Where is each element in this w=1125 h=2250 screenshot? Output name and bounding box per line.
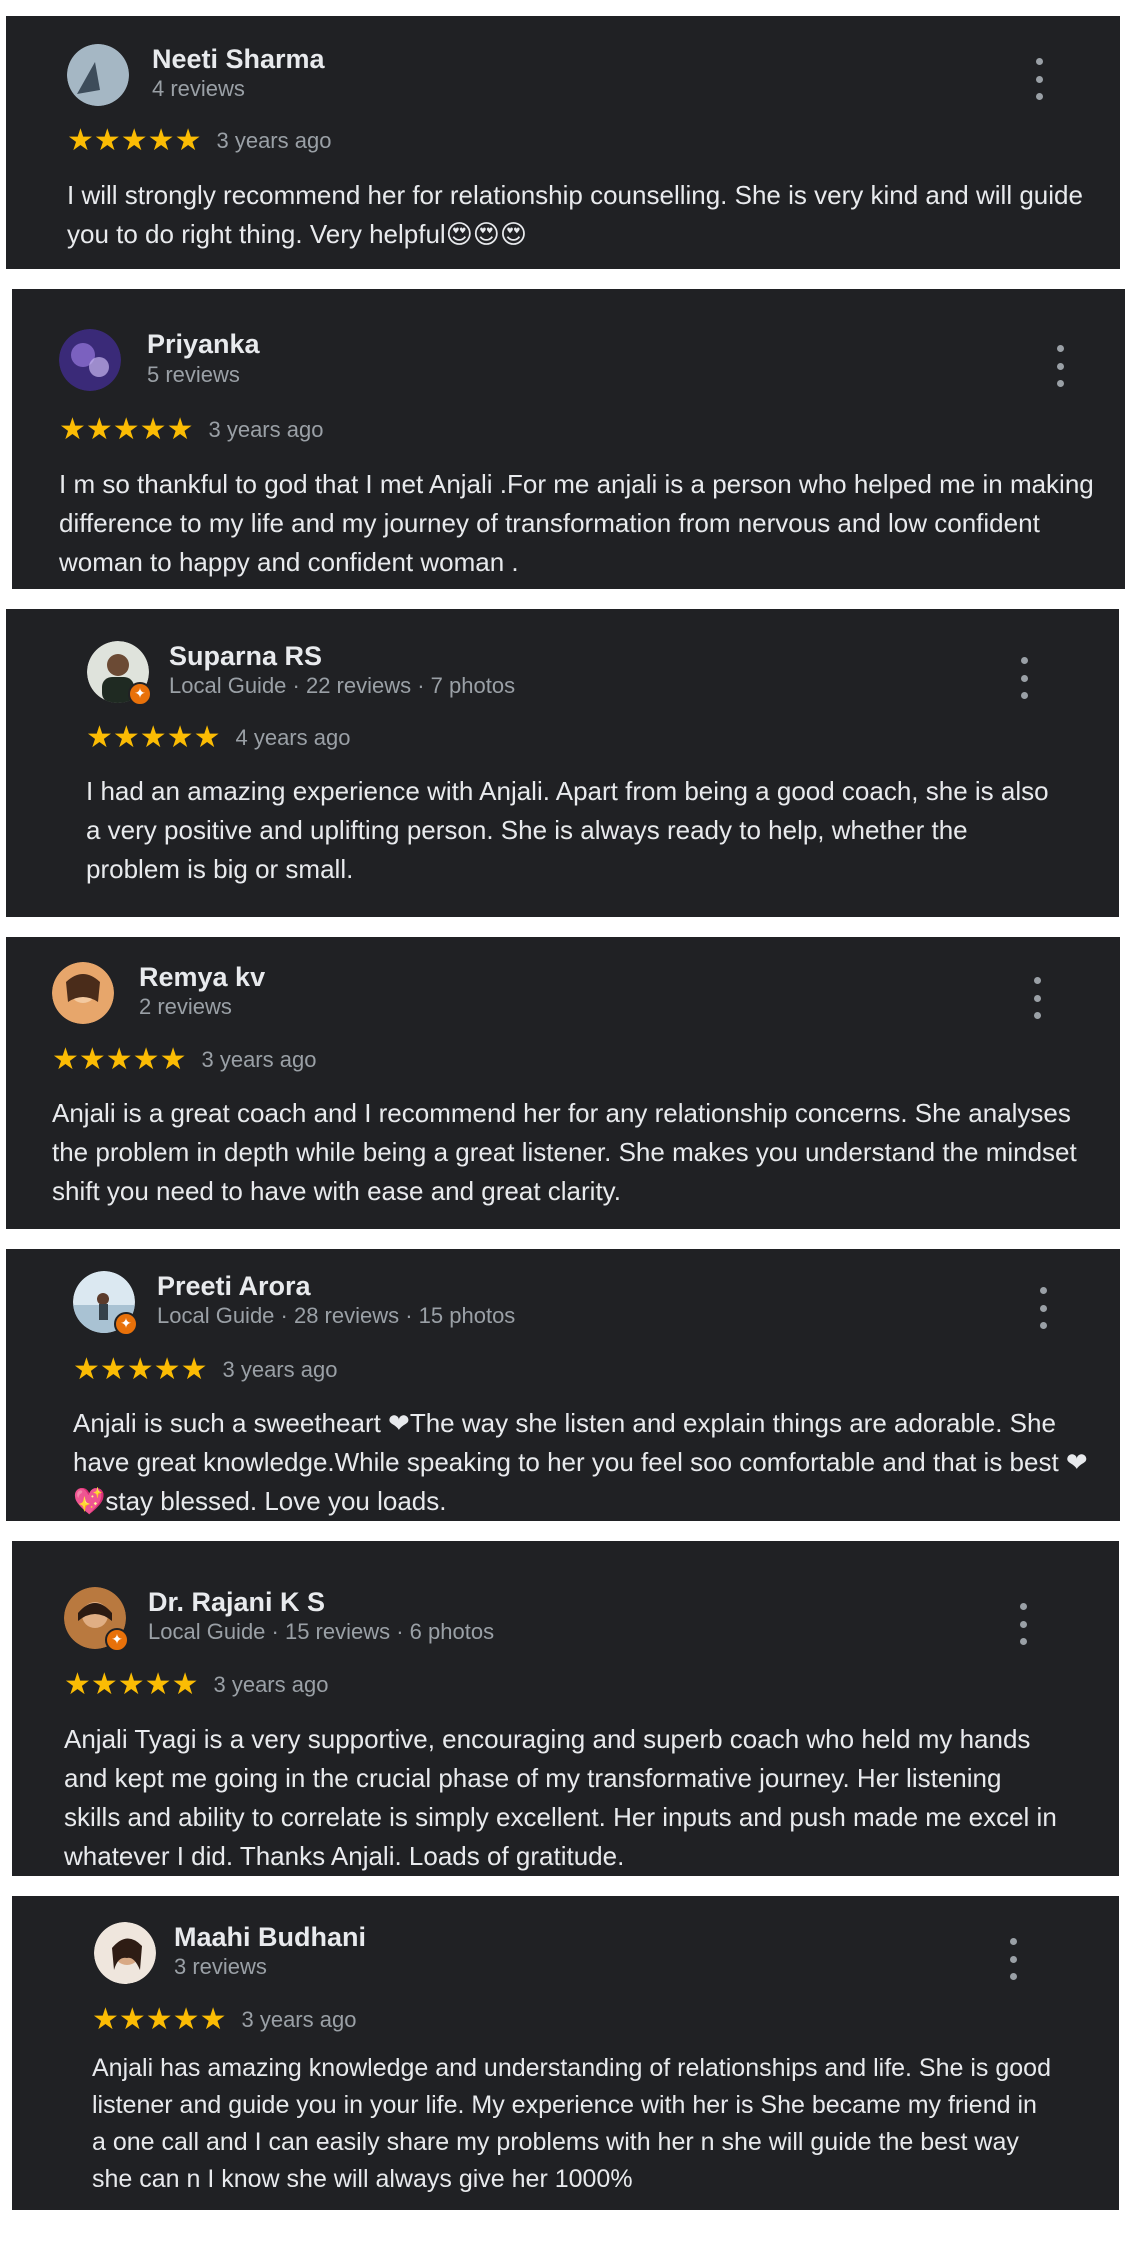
reviewer-name[interactable]: Preeti Arora bbox=[157, 1271, 311, 1302]
star-rating: ★★★★★ bbox=[64, 1667, 199, 1702]
reviewer-meta: Local Guide · 28 reviews · 15 photos bbox=[157, 1303, 516, 1328]
reviewer-name[interactable]: Maahi Budhani bbox=[174, 1922, 366, 1953]
review-text: Anjali is a great coach and I recommend … bbox=[52, 1098, 1077, 1206]
review-time: 3 years ago bbox=[201, 1047, 317, 1072]
more-options-icon[interactable] bbox=[1028, 1287, 1058, 1329]
star-rating: ★★★★★ bbox=[86, 720, 221, 755]
reviewer-name[interactable]: Neeti Sharma bbox=[152, 44, 325, 75]
local-guide-badge-icon: ✦ bbox=[105, 1628, 129, 1652]
more-options-icon[interactable] bbox=[1009, 657, 1039, 699]
rating-row: ★★★★★ 3 years ago bbox=[59, 415, 323, 445]
rating-row: ★★★★★ 3 years ago bbox=[64, 1670, 328, 1700]
review-text: Anjali Tyagi is a very supportive, encou… bbox=[64, 1724, 1057, 1871]
reviewer-meta: 2 reviews bbox=[139, 994, 232, 1019]
reviewer-name[interactable]: Priyanka bbox=[147, 329, 260, 360]
star-rating: ★★★★★ bbox=[67, 123, 202, 158]
local-guide-badge-icon: ✦ bbox=[114, 1312, 138, 1336]
review-card: Priyanka 5 reviews ★★★★★ 3 years ago I m… bbox=[12, 289, 1125, 589]
review-text: Anjali has amazing knowledge and underst… bbox=[92, 2054, 1051, 2193]
rating-row: ★★★★★ 3 years ago bbox=[52, 1045, 316, 1075]
avatar[interactable] bbox=[94, 1922, 156, 1984]
reviewer-name[interactable]: Dr. Rajani K S bbox=[148, 1587, 325, 1618]
review-text: I m so thankful to god that I met Anjali… bbox=[59, 469, 1094, 577]
review-time: 3 years ago bbox=[241, 2007, 357, 2032]
review-text: Anjali is such a sweetheart ❤The way she… bbox=[73, 1408, 1088, 1516]
reviewer-name[interactable]: Remya kv bbox=[139, 962, 265, 993]
star-rating: ★★★★★ bbox=[59, 412, 194, 447]
review-card: Maahi Budhani 3 reviews ★★★★★ 3 years ag… bbox=[12, 1896, 1119, 2210]
reviewer-meta: Local Guide · 22 reviews · 7 photos bbox=[169, 673, 516, 698]
rating-row: ★★★★★ 4 years ago bbox=[86, 723, 350, 753]
avatar[interactable] bbox=[67, 44, 129, 106]
review-card: ✦ Suparna RS Local Guide · 22 reviews · … bbox=[6, 609, 1119, 917]
reviewer-meta: 4 reviews bbox=[152, 76, 245, 101]
avatar[interactable]: ✦ bbox=[73, 1271, 138, 1336]
reviewer-meta: Local Guide · 15 reviews · 6 photos bbox=[148, 1619, 495, 1644]
review-card: Remya kv 2 reviews ★★★★★ 3 years ago Anj… bbox=[6, 937, 1120, 1229]
rating-row: ★★★★★ 3 years ago bbox=[92, 2005, 356, 2035]
more-options-icon[interactable] bbox=[1024, 58, 1054, 100]
more-options-icon[interactable] bbox=[1045, 345, 1075, 387]
avatar[interactable] bbox=[59, 329, 121, 391]
more-options-icon[interactable] bbox=[998, 1938, 1028, 1980]
more-options-icon[interactable] bbox=[1022, 977, 1052, 1019]
star-rating: ★★★★★ bbox=[73, 1352, 208, 1387]
more-options-icon[interactable] bbox=[1008, 1603, 1038, 1645]
avatar[interactable] bbox=[52, 962, 114, 1024]
review-card: ✦ Dr. Rajani K S Local Guide · 15 review… bbox=[12, 1541, 1119, 1876]
review-text: I had an amazing experience with Anjali.… bbox=[86, 776, 1049, 884]
rating-row: ★★★★★ 3 years ago bbox=[73, 1355, 337, 1385]
rating-row: ★★★★★ 3 years ago bbox=[67, 126, 331, 156]
avatar[interactable]: ✦ bbox=[87, 641, 152, 706]
reviewer-meta: 5 reviews bbox=[147, 362, 240, 387]
review-time: 3 years ago bbox=[222, 1357, 338, 1382]
review-time: 3 years ago bbox=[216, 128, 332, 153]
local-guide-badge-icon: ✦ bbox=[128, 682, 152, 706]
reviewer-name[interactable]: Suparna RS bbox=[169, 641, 322, 672]
star-rating: ★★★★★ bbox=[92, 2002, 227, 2037]
avatar[interactable]: ✦ bbox=[64, 1587, 129, 1652]
review-time: 4 years ago bbox=[235, 725, 351, 750]
review-time: 3 years ago bbox=[213, 1672, 329, 1697]
review-card: ✦ Preeti Arora Local Guide · 28 reviews … bbox=[6, 1249, 1120, 1521]
star-rating: ★★★★★ bbox=[52, 1042, 187, 1077]
reviewer-meta: 3 reviews bbox=[174, 1954, 267, 1979]
review-time: 3 years ago bbox=[208, 417, 324, 442]
review-text: I will strongly recommend her for relati… bbox=[67, 180, 1083, 249]
review-card: Neeti Sharma 4 reviews ★★★★★ 3 years ago… bbox=[6, 16, 1120, 269]
